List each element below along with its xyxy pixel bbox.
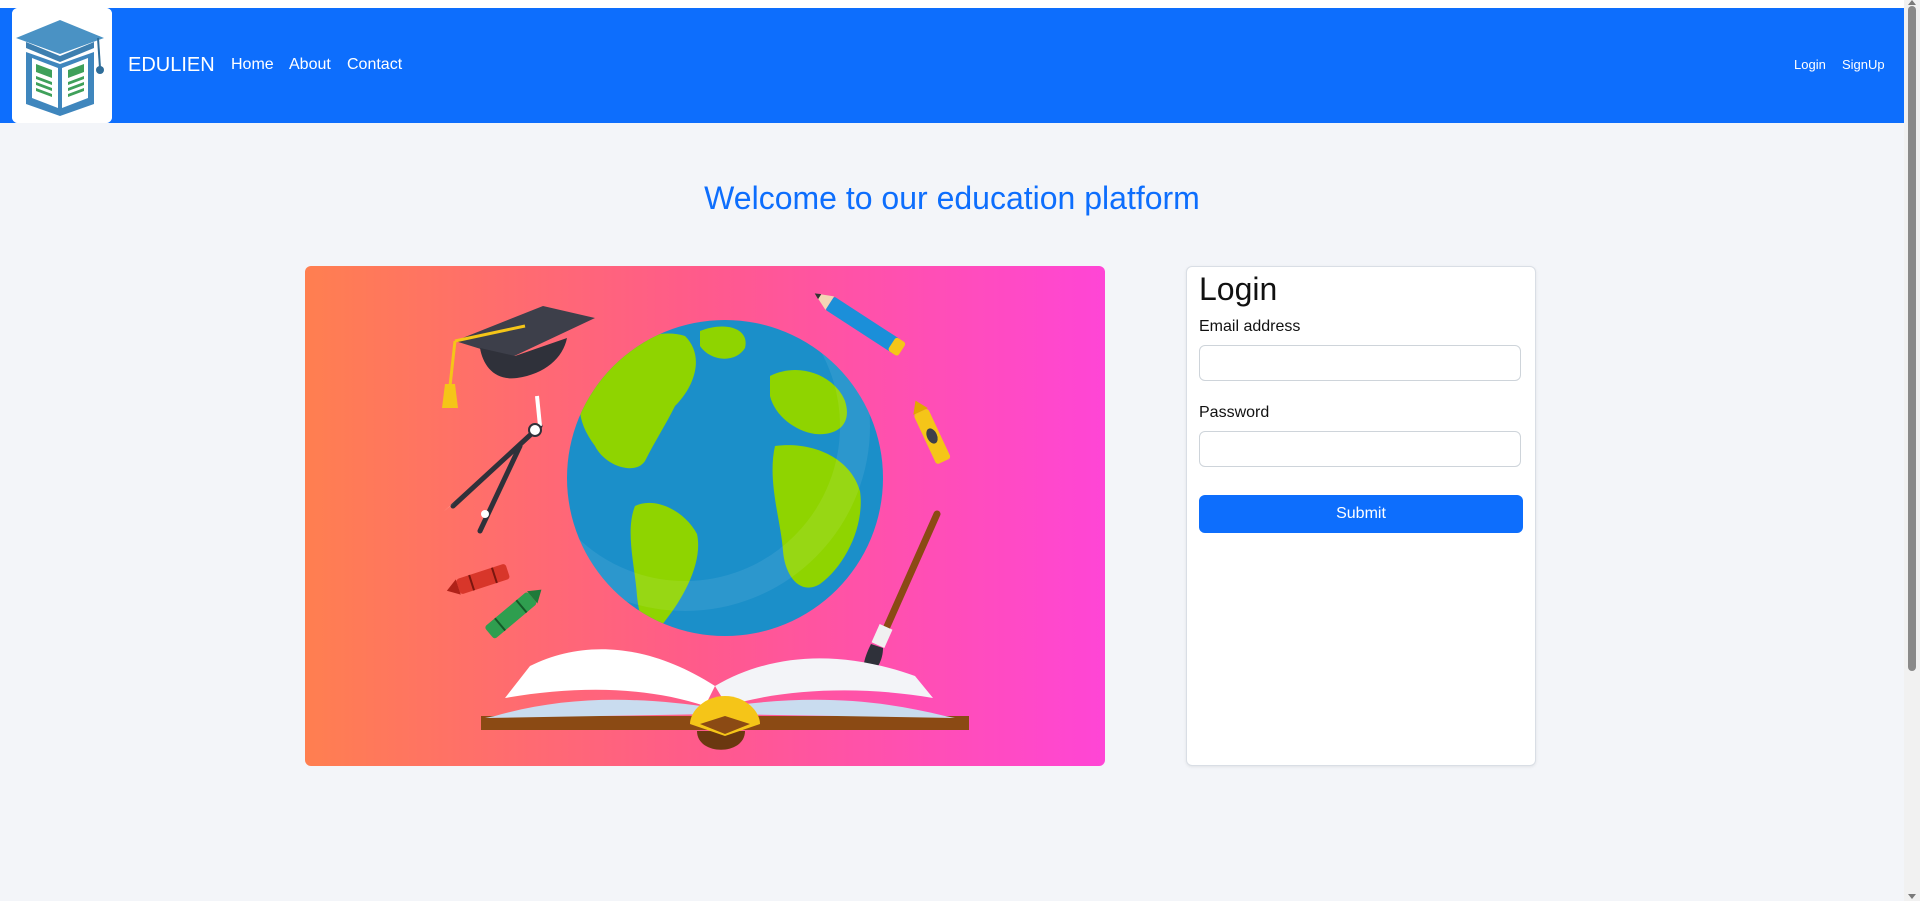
hero-image xyxy=(305,266,1105,766)
brand-link[interactable]: EDULIEN xyxy=(128,52,215,78)
nav-link-home[interactable]: Home xyxy=(231,54,274,76)
login-card: Login Email address Password Submit xyxy=(1186,266,1536,766)
email-field[interactable] xyxy=(1199,345,1521,381)
navbar: EDULIEN Home About Contact Login SignUp xyxy=(0,8,1904,123)
education-globe-illustration xyxy=(305,266,1105,766)
scroll-thumb[interactable] xyxy=(1908,6,1916,671)
welcome-title: Welcome to our education platform xyxy=(704,180,1200,216)
password-field[interactable] xyxy=(1199,431,1521,467)
school-book-logo-icon xyxy=(12,8,112,123)
nav-link-about[interactable]: About xyxy=(289,54,331,76)
scroll-down-arrow-icon[interactable] xyxy=(1908,894,1916,899)
submit-button[interactable]: Submit xyxy=(1199,495,1523,533)
nav-link-signup[interactable]: SignUp xyxy=(1842,56,1885,74)
scroll-up-arrow-icon[interactable] xyxy=(1908,0,1916,5)
email-label: Email address xyxy=(1199,318,1301,335)
nav-link-contact[interactable]: Contact xyxy=(347,54,402,76)
logo[interactable] xyxy=(12,8,112,123)
password-label: Password xyxy=(1199,404,1270,421)
top-strip xyxy=(0,0,1904,8)
page-scrollbar[interactable] xyxy=(1904,0,1920,901)
nav-link-login[interactable]: Login xyxy=(1794,56,1826,74)
login-title: Login xyxy=(1199,271,1278,307)
